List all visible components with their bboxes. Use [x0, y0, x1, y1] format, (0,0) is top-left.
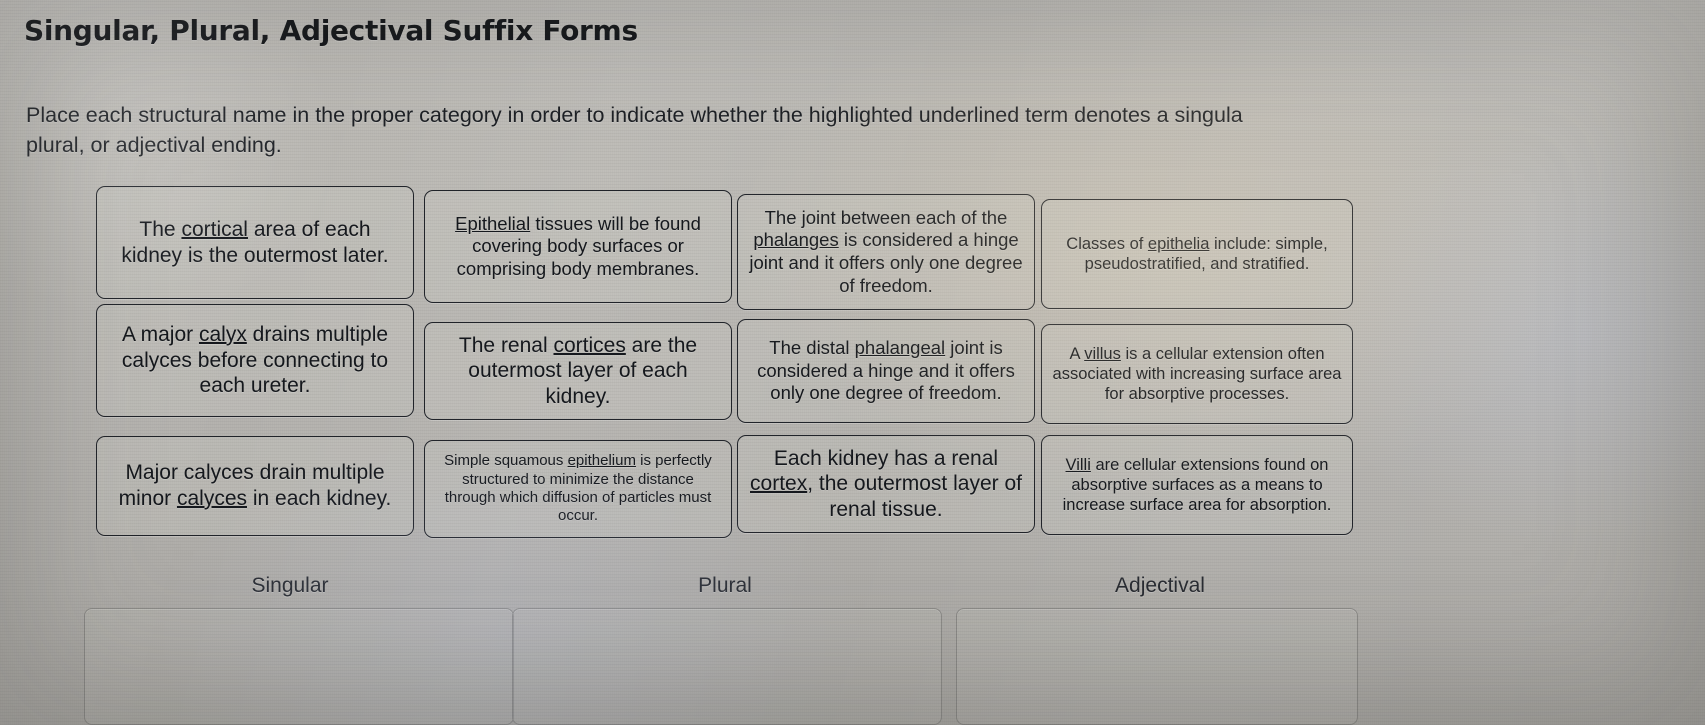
card-text: A major calyx drains multiple calyces be… — [121, 323, 389, 398]
card-text: A villus is a cellular extension often a… — [1052, 344, 1342, 404]
draggable-card-phalangeal[interactable]: The distal phalangeal joint is considere… — [737, 319, 1035, 423]
card-text: The joint between each of the phalanges … — [749, 206, 1023, 296]
draggable-card-cortical[interactable]: The cortical area of each kidney is the … — [96, 186, 414, 299]
draggable-card-cortex[interactable]: Each kidney has a renal cortex, the oute… — [737, 435, 1035, 533]
draggable-card-epithelia[interactable]: Classes of epithelia include: simple, ps… — [1041, 199, 1353, 309]
category-label-adjectival: Adjectival — [1115, 574, 1205, 597]
dropzone-adjectival[interactable] — [956, 608, 1358, 725]
instructions-text: Place each structural name in the proper… — [26, 100, 1705, 160]
card-text: Classes of epithelia include: simple, ps… — [1066, 234, 1328, 273]
draggable-card-epithelial[interactable]: Epithelial tissues will be found coverin… — [424, 190, 732, 303]
card-text: The cortical area of each kidney is the … — [121, 217, 389, 267]
card-text: Major calyces drain multiple minor calyc… — [118, 461, 392, 510]
exercise-content: Singular, Plural, Adjectival Suffix Form… — [0, 0, 1705, 725]
instructions-line-1: Place each structural name in the proper… — [26, 103, 1243, 127]
draggable-card-phalanges[interactable]: The joint between each of the phalanges … — [737, 194, 1035, 310]
draggable-card-cortices[interactable]: The renal cortices are the outermost lay… — [424, 322, 732, 420]
category-label-plural: Plural — [698, 574, 752, 597]
draggable-card-calyces[interactable]: Major calyces drain multiple minor calyc… — [96, 436, 414, 536]
card-text: Epithelial tissues will be found coverin… — [455, 212, 701, 279]
dropzone-singular[interactable] — [84, 608, 514, 725]
category-label-singular: Singular — [251, 574, 329, 597]
card-text: The distal phalangeal joint is considere… — [757, 337, 1015, 404]
card-grid: The cortical area of each kidney is the … — [0, 186, 1705, 546]
draggable-card-villus[interactable]: A villus is a cellular extension often a… — [1041, 324, 1353, 424]
draggable-card-villi[interactable]: Villi are cellular extensions found on a… — [1041, 435, 1353, 535]
page-title: Singular, Plural, Adjectival Suffix Form… — [24, 14, 638, 47]
card-text: Each kidney has a renal cortex, the oute… — [750, 446, 1022, 521]
dropzone-plural[interactable] — [512, 608, 942, 725]
card-text: Simple squamous epithelium is perfectly … — [444, 452, 712, 525]
instructions-line-2: plural, or adjectival ending. — [26, 133, 282, 157]
draggable-card-calyx[interactable]: A major calyx drains multiple calyces be… — [96, 304, 414, 417]
draggable-card-epithelium[interactable]: Simple squamous epithelium is perfectly … — [424, 440, 732, 538]
card-text: The renal cortices are the outermost lay… — [458, 333, 698, 408]
card-text: Villi are cellular extensions found on a… — [1062, 455, 1332, 515]
